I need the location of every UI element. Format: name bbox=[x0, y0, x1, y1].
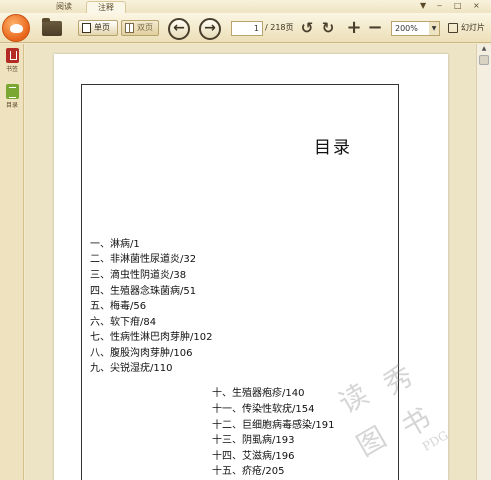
side-panel: 书签 目录 bbox=[0, 44, 24, 480]
maximize-icon[interactable]: □ bbox=[454, 1, 462, 10]
zoom-level: 200% bbox=[395, 24, 418, 33]
sidebar-item-bookmarks[interactable]: 书签 bbox=[2, 48, 22, 73]
sidebar-item-label: 目录 bbox=[5, 102, 18, 109]
toc-entry: 五、梅毒/56 bbox=[90, 301, 147, 312]
double-page-button[interactable]: 双页 bbox=[121, 20, 159, 36]
single-page-button[interactable]: 单页 bbox=[78, 20, 118, 36]
sidebar-item-label: 书签 bbox=[5, 66, 18, 73]
double-page-icon bbox=[125, 23, 134, 33]
tab-annotation[interactable]: 注释 bbox=[86, 1, 126, 13]
prev-page-button[interactable]: ← bbox=[168, 18, 190, 40]
toc-entry: 十三、阴虱病/193 bbox=[212, 435, 295, 446]
toc-entry: 七、性病性淋巴肉芽肿/102 bbox=[90, 332, 213, 343]
toc-entry: 四、生殖器念珠菌病/51 bbox=[90, 286, 197, 297]
toc-entry: 九、尖锐湿疣/110 bbox=[90, 363, 173, 374]
toc-entry: 十五、疥疮/205 bbox=[212, 466, 285, 477]
vertical-scrollbar[interactable]: ▲ bbox=[476, 44, 491, 480]
zoom-select[interactable]: 200% ▼ bbox=[391, 21, 440, 36]
title-bar: 阅读 注释 ▼ ‒ □ × bbox=[0, 0, 491, 13]
toc-entry: 一、淋病/1 bbox=[90, 239, 140, 250]
page-total: / 218页 bbox=[265, 23, 294, 32]
single-page-label: 单页 bbox=[94, 23, 110, 32]
watermark-char: 秀 bbox=[377, 358, 419, 402]
sidebar-item-toc[interactable]: 目录 bbox=[2, 84, 22, 109]
bookmark-icon bbox=[5, 48, 19, 63]
slideshow-button[interactable]: 幻灯片 bbox=[448, 21, 485, 35]
chevron-down-icon: ▼ bbox=[429, 22, 439, 35]
toc-icon bbox=[5, 84, 19, 99]
next-page-button[interactable]: → bbox=[199, 18, 221, 40]
toc-entry: 二、非淋菌性尿道炎/32 bbox=[90, 254, 197, 265]
minimize-icon[interactable]: ‒ bbox=[437, 1, 442, 10]
scroll-up-icon[interactable]: ▲ bbox=[477, 44, 491, 54]
zoom-in-icon[interactable]: + bbox=[346, 19, 362, 37]
document-page: 目录 一、淋病/1 二、非淋菌性尿道炎/32 三、滴虫性阴道炎/38 四、生殖器… bbox=[54, 54, 448, 480]
rotate-left-icon[interactable]: ↺ bbox=[299, 19, 315, 37]
rotate-right-icon[interactable]: ↻ bbox=[320, 19, 336, 37]
app-logo-icon[interactable] bbox=[2, 14, 30, 42]
open-folder-icon[interactable] bbox=[42, 18, 62, 36]
single-page-icon bbox=[82, 23, 91, 33]
toc-entry: 三、滴虫性阴道炎/38 bbox=[90, 270, 187, 281]
close-icon[interactable]: × bbox=[473, 1, 480, 10]
menu-icon[interactable]: ▼ bbox=[420, 1, 426, 10]
toc-entry: 八、腹股沟肉芽肿/106 bbox=[90, 348, 193, 359]
toc-entry: 十四、艾滋病/196 bbox=[212, 451, 295, 462]
zoom-out-icon[interactable]: − bbox=[367, 19, 383, 37]
slideshow-label: 幻灯片 bbox=[461, 23, 485, 32]
toc-entry: 十二、巨细胞病毒感染/191 bbox=[212, 420, 335, 431]
toc-entry: 十一、传染性软疣/154 bbox=[212, 404, 315, 415]
page-number-input[interactable]: 1 bbox=[231, 21, 263, 36]
document-viewport[interactable]: 目录 一、淋病/1 二、非淋菌性尿道炎/32 三、滴虫性阴道炎/38 四、生殖器… bbox=[25, 44, 476, 480]
toc-entry: 十、生殖器疱疹/140 bbox=[212, 388, 305, 399]
scrollbar-thumb[interactable] bbox=[479, 55, 489, 65]
toolbar: 单页 双页 ← → 1 / 218页 ↺ ↻ + − 200% ▼ 幻灯片 bbox=[0, 13, 491, 43]
double-page-label: 双页 bbox=[137, 23, 153, 32]
tab-read[interactable]: 阅读 bbox=[44, 1, 84, 13]
toc-entry: 六、软下疳/84 bbox=[90, 317, 157, 328]
page-title: 目录 bbox=[314, 138, 352, 158]
slideshow-icon bbox=[448, 23, 458, 33]
